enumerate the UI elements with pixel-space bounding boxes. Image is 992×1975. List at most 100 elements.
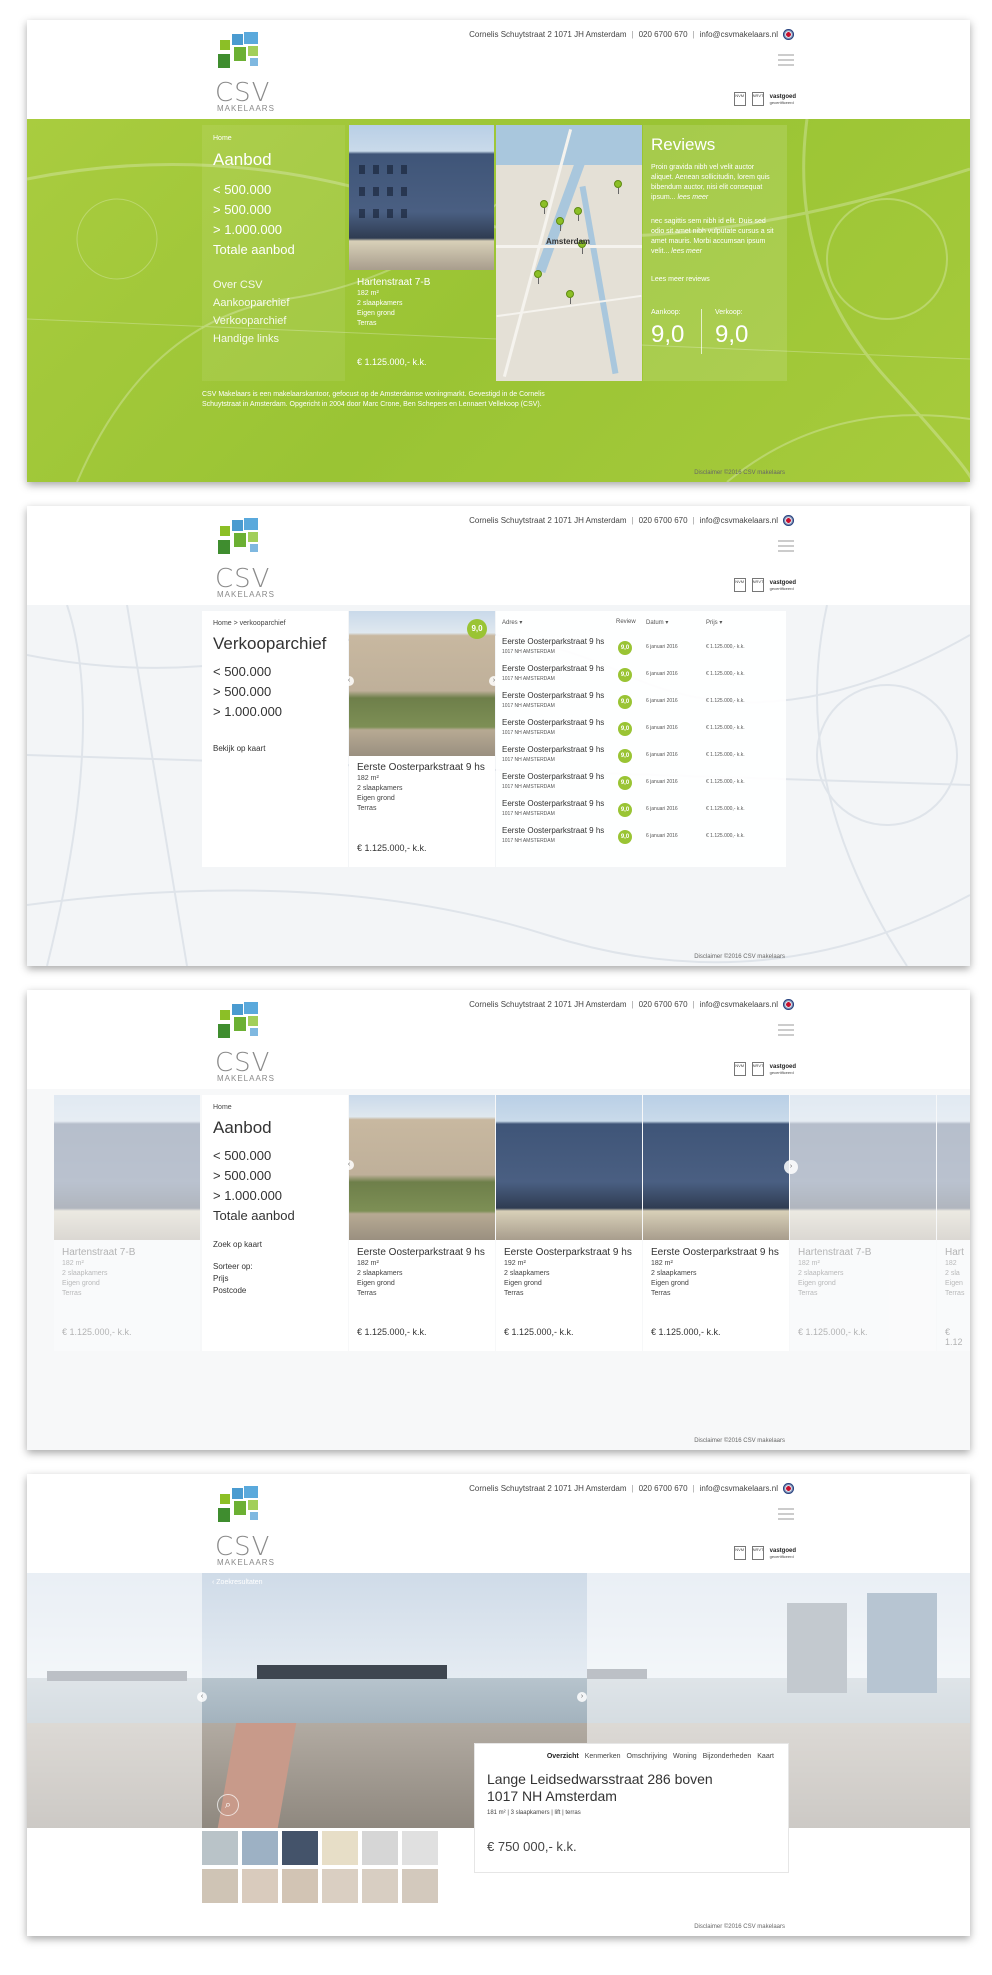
property-card[interactable]: Eerste Oosterparkstraat 9 hs 182 m² 2 sl… <box>643 1095 789 1351</box>
disclaimer-link[interactable]: Disclaimer ©2016 CSV makelaars <box>694 470 785 476</box>
thumbnail[interactable] <box>322 1831 358 1865</box>
property-card-faded[interactable]: Hart 182 2 sla Eigen Terras € 1.12 <box>937 1095 970 1351</box>
property-title[interactable]: Eerste Oosterparkstraat 9 hs <box>504 1247 632 1259</box>
next-arrow-icon[interactable]: › <box>784 1160 798 1174</box>
table-row[interactable]: Eerste Oosterparkstraat 9 hs 1017 NH AMST… <box>496 689 786 716</box>
language-flag-icon[interactable] <box>783 1483 794 1494</box>
language-flag-icon[interactable] <box>783 515 794 526</box>
tab-kaart[interactable]: Kaart <box>757 1753 774 1760</box>
tab-bijzonderheden[interactable]: Bijzonderheden <box>703 1753 752 1760</box>
breadcrumb[interactable]: Home > verkooparchief <box>213 620 286 627</box>
link-verkooparchief[interactable]: Verkooparchief <box>213 312 289 330</box>
thumbnail[interactable] <box>202 1869 238 1903</box>
breadcrumb[interactable]: Home <box>213 135 232 142</box>
table-row[interactable]: Eerste Oosterparkstraat 9 hs 1017 NH AMST… <box>496 662 786 689</box>
property-title[interactable]: Eerste Oosterparkstraat 9 hs <box>651 1247 779 1259</box>
property-card[interactable]: Eerste Oosterparkstraat 9 hs 192 m² 2 sl… <box>496 1095 642 1351</box>
property-card-faded[interactable]: Hartenstraat 7-B 182 m² 2 slaapkamers Ei… <box>54 1095 200 1351</box>
zoom-icon[interactable]: ⌕ <box>217 1794 239 1816</box>
email-link[interactable]: info@csvmakelaars.nl <box>700 30 778 39</box>
sort-option-price[interactable]: Prijs <box>213 1274 229 1283</box>
disclaimer-link[interactable]: Disclaimer ©2016 CSV makelaars <box>694 1924 785 1930</box>
phone-link[interactable]: 020 6700 670 <box>639 1484 688 1493</box>
phone-link[interactable]: 020 6700 670 <box>639 516 688 525</box>
read-more-link[interactable]: lees meer <box>677 194 708 201</box>
thumbnail[interactable] <box>242 1831 278 1865</box>
column-header-date[interactable]: Datum ▾ <box>646 619 668 626</box>
language-flag-icon[interactable] <box>783 29 794 40</box>
sort-option-postcode[interactable]: Postcode <box>213 1286 246 1295</box>
map-pin-icon[interactable] <box>614 180 622 194</box>
phone-link[interactable]: 020 6700 670 <box>639 30 688 39</box>
property-title[interactable]: Eerste Oosterparkstraat 9 hs <box>357 762 487 774</box>
price-filter-item[interactable]: > 500.000 <box>213 1166 295 1186</box>
tab-woning[interactable]: Woning <box>673 1753 697 1760</box>
thumbnail[interactable] <box>322 1869 358 1903</box>
thumbnail[interactable] <box>282 1869 318 1903</box>
menu-icon[interactable] <box>778 540 794 552</box>
table-row[interactable]: Eerste Oosterparkstraat 9 hs 1017 NH AMST… <box>496 770 786 797</box>
tab-omschrijving[interactable]: Omschrijving <box>627 1753 667 1760</box>
table-row[interactable]: Eerste Oosterparkstraat 9 hs 1017 NH AMST… <box>496 743 786 770</box>
thumbnail[interactable] <box>282 1831 318 1865</box>
email-link[interactable]: info@csvmakelaars.nl <box>700 516 778 525</box>
link-aankooparchief[interactable]: Aankooparchief <box>213 294 289 312</box>
table-row[interactable]: Eerste Oosterparkstraat 9 hs 1017 NH AMST… <box>496 635 786 662</box>
property-title[interactable]: Eerste Oosterparkstraat 9 hs <box>357 1247 485 1259</box>
map-pin-icon[interactable] <box>574 207 582 221</box>
menu-icon[interactable] <box>778 1024 794 1036</box>
menu-icon[interactable] <box>778 54 794 66</box>
link-over-csv[interactable]: Over CSV <box>213 276 289 294</box>
disclaimer-link[interactable]: Disclaimer ©2016 CSV makelaars <box>694 1438 785 1444</box>
read-more-link[interactable]: lees meer <box>671 248 702 255</box>
property-title[interactable]: Hartenstraat 7-B <box>357 277 430 289</box>
email-link[interactable]: info@csvmakelaars.nl <box>700 1000 778 1009</box>
column-header-price[interactable]: Prijs ▾ <box>706 619 722 626</box>
table-row[interactable]: Eerste Oosterparkstraat 9 hs 1017 NH AMST… <box>496 716 786 743</box>
price-filter-item[interactable]: > 1.000.000 <box>213 1186 295 1206</box>
property-card[interactable]: Eerste Oosterparkstraat 9 hs 182 m² 2 sl… <box>349 1095 495 1351</box>
menu-icon[interactable] <box>778 1508 794 1520</box>
table-row[interactable]: Eerste Oosterparkstraat 9 hs 1017 NH AMST… <box>496 824 786 851</box>
property-card-faded[interactable]: Hartenstraat 7-B 182 m² 2 slaapkamers Ei… <box>790 1095 936 1351</box>
more-reviews-link[interactable]: Lees meer reviews <box>651 275 776 285</box>
total-offer-link[interactable]: Totale aanbod <box>213 1206 295 1226</box>
tab-kenmerken[interactable]: Kenmerken <box>585 1753 621 1760</box>
map-pin-icon[interactable] <box>534 270 542 284</box>
table-row[interactable]: Eerste Oosterparkstraat 9 hs 1017 NH AMST… <box>496 797 786 824</box>
map-pin-icon[interactable] <box>540 200 548 214</box>
total-offer-link[interactable]: Totale aanbod <box>213 240 295 260</box>
language-flag-icon[interactable] <box>783 999 794 1010</box>
column-header-address[interactable]: Adres ▾ <box>502 619 522 626</box>
property-card-info[interactable]: Hartenstraat 7-B 182 m² 2 slaapkamers Ei… <box>357 277 430 329</box>
map-widget[interactable]: Amsterdam <box>496 125 642 381</box>
email-link[interactable]: info@csvmakelaars.nl <box>700 1484 778 1493</box>
price-filter-item[interactable]: > 500.000 <box>213 200 295 220</box>
thumbnail[interactable] <box>402 1869 438 1903</box>
price-filter-item[interactable]: > 500.000 <box>213 682 282 702</box>
link-handige-links[interactable]: Handige links <box>213 330 289 348</box>
price-filter-item[interactable]: > 1.000.000 <box>213 220 295 240</box>
map-pin-icon[interactable] <box>566 290 574 304</box>
price-filter-item[interactable]: > 1.000.000 <box>213 702 282 722</box>
price-filter-item[interactable]: < 500.000 <box>213 1146 295 1166</box>
prev-arrow-icon[interactable]: ‹ <box>344 676 354 686</box>
back-to-results-link[interactable]: ‹ Zoekresultaten <box>212 1579 263 1586</box>
thumbnail[interactable] <box>362 1869 398 1903</box>
tab-overzicht[interactable]: Overzicht <box>547 1753 579 1760</box>
property-photo[interactable] <box>349 125 494 270</box>
prev-arrow-icon[interactable]: ‹ <box>197 1692 207 1702</box>
map-pin-icon[interactable] <box>556 217 564 231</box>
thumbnail[interactable] <box>362 1831 398 1865</box>
breadcrumb[interactable]: Home <box>213 1104 232 1111</box>
search-on-map-link[interactable]: Zoek op kaart <box>213 1240 262 1249</box>
price-filter-item[interactable]: < 500.000 <box>213 662 282 682</box>
thumbnail[interactable] <box>242 1869 278 1903</box>
prev-arrow-icon[interactable]: ‹ <box>344 1160 354 1170</box>
view-on-map-link[interactable]: Bekijk op kaart <box>213 744 265 753</box>
next-arrow-icon[interactable]: › <box>577 1692 587 1702</box>
thumbnail[interactable] <box>402 1831 438 1865</box>
disclaimer-link[interactable]: Disclaimer ©2016 CSV makelaars <box>694 954 785 960</box>
thumbnail[interactable] <box>202 1831 238 1865</box>
phone-link[interactable]: 020 6700 670 <box>639 1000 688 1009</box>
